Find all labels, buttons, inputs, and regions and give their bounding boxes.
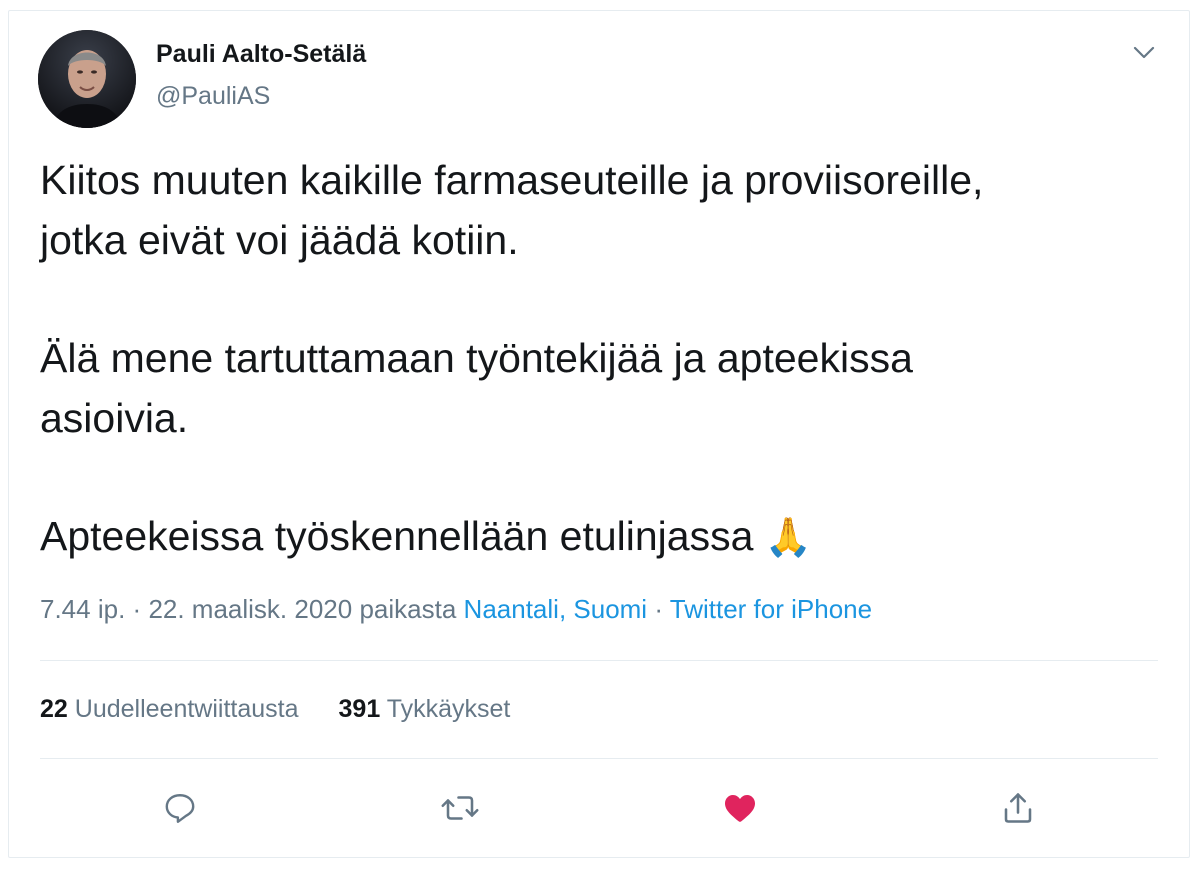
likes-count: 391 [338, 695, 381, 723]
reply-icon [165, 794, 195, 823]
tweet-line: Älä mene tartuttamaan työntekijää ja apt… [40, 335, 913, 381]
tweet-line-text: Apteekeissa työskennellään etulinjassa [40, 513, 754, 559]
retweets-count: 22 [40, 695, 68, 723]
tweet-line: asioivia. [40, 395, 189, 441]
divider [40, 660, 1158, 661]
avatar-image [38, 30, 136, 128]
tweet-stats: 22 Uudelleentwiittausta 391 Tykkäykset [40, 695, 510, 724]
folded-hands-emoji: 🙏 [764, 517, 813, 559]
tweet-text: Kiitos muuten kaikille farmaseuteille ja… [40, 150, 1150, 568]
heart-icon [725, 794, 755, 822]
tweet-menu-button[interactable] [1127, 38, 1161, 68]
share-icon [1004, 793, 1032, 823]
tweet-date[interactable]: 22. maalisk. 2020 [148, 594, 352, 624]
avatar[interactable] [38, 30, 136, 128]
retweet-icon [441, 796, 479, 820]
meta-separator: · [654, 594, 663, 624]
divider [40, 758, 1158, 759]
chevron-down-icon [1133, 46, 1155, 59]
tweet-line: Apteekeissa työskennellään etulinjassa 🙏 [40, 506, 1150, 568]
location-link[interactable]: Naantali, Suomi [464, 594, 648, 624]
author-name[interactable]: Pauli Aalto-Setälä [156, 40, 366, 69]
retweets-label: Uudelleentwiittausta [74, 695, 299, 723]
share-button[interactable] [996, 786, 1040, 830]
tweet-line: jotka eivät voi jäädä kotiin. [40, 217, 519, 263]
tweet-line: Kiitos muuten kaikille farmaseuteille ja… [40, 157, 984, 203]
retweets-stat[interactable]: 22 Uudelleentwiittausta [40, 695, 299, 724]
likes-stat[interactable]: 391 Tykkäykset [339, 695, 511, 724]
author-handle[interactable]: @PauliAS [156, 82, 270, 111]
source-link[interactable]: Twitter for iPhone [670, 594, 872, 624]
meta-separator: · [132, 594, 142, 624]
meta-from-label: paikasta [359, 594, 457, 624]
tweet-time[interactable]: 7.44 ip. [40, 594, 125, 624]
tweet-meta: 7.44 ip. · 22. maalisk. 2020 paikasta Na… [40, 594, 872, 625]
retweet-button[interactable] [438, 786, 482, 830]
likes-label: Tykkäykset [386, 695, 511, 723]
like-button[interactable] [718, 786, 762, 830]
reply-button[interactable] [158, 786, 202, 830]
